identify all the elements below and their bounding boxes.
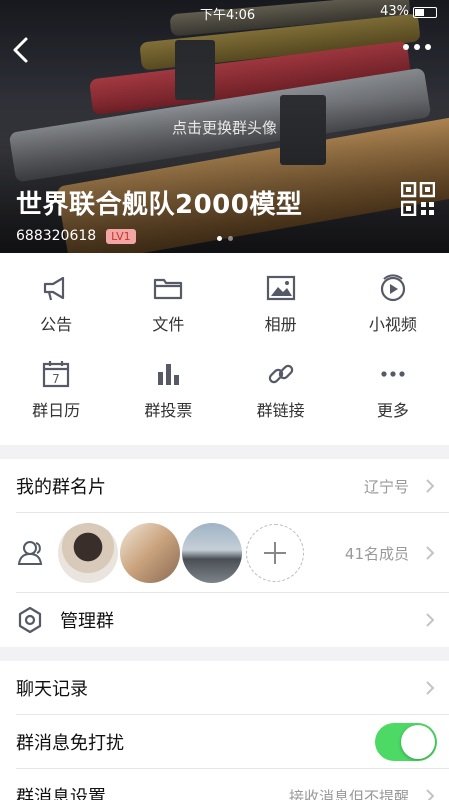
chevron-right-icon (426, 681, 435, 695)
more-options-icon[interactable] (403, 44, 431, 50)
back-arrow-icon[interactable] (8, 34, 36, 66)
feature-label: 更多 (376, 401, 409, 420)
page-dot (216, 236, 222, 241)
qr-code-icon[interactable] (401, 182, 435, 216)
feature-files[interactable]: 文件 (112, 273, 224, 359)
row-title: 我的群名片 (16, 477, 106, 498)
feature-album[interactable]: 相册 (225, 273, 337, 359)
row-title: 管理群 (60, 611, 114, 632)
feature-label: 小视频 (368, 315, 417, 334)
feature-label: 文件 (152, 315, 185, 334)
member-avatar[interactable] (58, 523, 118, 583)
change-avatar-hint[interactable]: 点击更换群头像 (0, 117, 449, 138)
add-member-button[interactable] (246, 524, 304, 582)
section-gap (0, 647, 449, 661)
row-title: 群消息免打扰 (16, 733, 124, 754)
more-icon (381, 371, 405, 377)
feature-grid: 公告 文件 相册 小视频 7 群日历 群投票 群链接 更多 (0, 253, 449, 445)
feature-label: 群日历 (32, 401, 81, 420)
folder-icon (154, 278, 183, 300)
link-icon (268, 364, 293, 384)
status-time: 下午4:06 (200, 8, 256, 23)
chevron-right-icon (426, 613, 435, 627)
row-value: 辽宁号 (363, 477, 409, 496)
feature-calendar[interactable]: 7 群日历 (0, 359, 112, 445)
plus-icon (264, 542, 286, 564)
member-avatar[interactable] (182, 523, 242, 583)
page-dot (227, 236, 233, 241)
feature-label: 群链接 (256, 401, 305, 420)
my-group-card-row[interactable]: 我的群名片 辽宁号 (0, 459, 449, 513)
section-gap (0, 445, 449, 459)
row-value: 接收消息但不提醒 (288, 787, 409, 800)
group-header-photo[interactable]: 下午4:06 43% 点击更换群头像 世界联合舰队2000模型 68832061… (0, 0, 449, 253)
gear-icon (18, 606, 42, 634)
do-not-disturb-row: 群消息免打扰 (0, 715, 449, 769)
toggle-knob (401, 725, 435, 759)
chat-history-row[interactable]: 聊天记录 (0, 661, 449, 715)
row-title: 群消息设置 (16, 787, 106, 800)
feature-short-video[interactable]: 小视频 (337, 273, 449, 359)
members-icon (17, 541, 43, 565)
chevron-right-icon (426, 479, 435, 493)
battery-percent: 43% (380, 4, 409, 19)
photo-album-icon (266, 275, 295, 301)
calendar-icon: 7 (43, 361, 70, 388)
feature-vote[interactable]: 群投票 (112, 359, 224, 445)
feature-label: 相册 (264, 315, 297, 334)
do-not-disturb-toggle[interactable] (375, 723, 437, 761)
feature-label: 群投票 (144, 401, 193, 420)
megaphone-icon (44, 276, 65, 301)
manage-group-row[interactable]: 管理群 (0, 593, 449, 647)
row-title: 聊天记录 (16, 679, 88, 700)
calendar-day: 7 (52, 372, 60, 386)
video-icon (380, 274, 405, 302)
group-profile-page: 下午4:06 43% 点击更换群头像 世界联合舰队2000模型 68832061… (0, 0, 449, 800)
battery-icon (413, 7, 437, 18)
members-row[interactable]: 41名成员 (0, 513, 449, 593)
feature-label: 公告 (40, 315, 73, 334)
chevron-right-icon (426, 546, 435, 560)
bar-chart-icon (158, 364, 180, 385)
feature-link[interactable]: 群链接 (225, 359, 337, 445)
group-name: 世界联合舰队2000模型 (16, 190, 303, 220)
page-indicator (0, 236, 449, 241)
chevron-right-icon (426, 789, 435, 800)
member-count: 41名成员 (344, 544, 409, 563)
message-settings-row[interactable]: 群消息设置 接收消息但不提醒 (0, 769, 449, 800)
feature-more[interactable]: 更多 (337, 359, 449, 445)
status-bar: 下午4:06 43% (0, 2, 449, 23)
feature-announcement[interactable]: 公告 (0, 273, 112, 359)
member-avatar[interactable] (120, 523, 180, 583)
